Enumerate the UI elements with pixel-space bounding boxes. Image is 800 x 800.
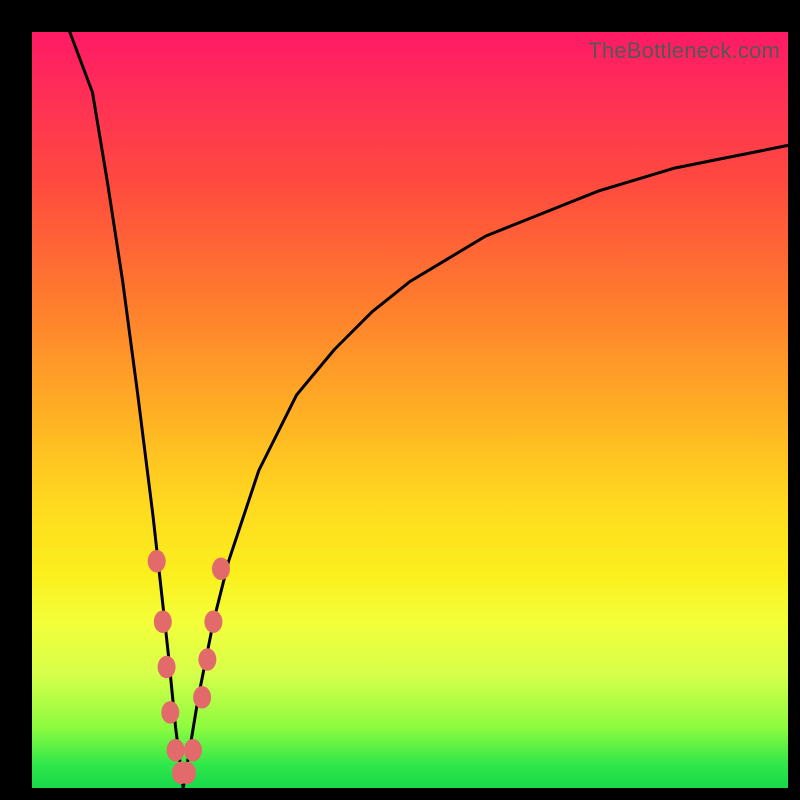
data-marker: [154, 610, 172, 633]
bottleneck-curve: [70, 32, 788, 788]
data-marker: [167, 739, 185, 762]
data-marker: [161, 701, 179, 724]
data-marker: [212, 558, 230, 581]
data-marker: [193, 686, 211, 709]
data-marker: [148, 550, 166, 573]
curve-layer: [32, 32, 788, 788]
data-marker: [178, 762, 196, 785]
chart-frame: TheBottleneck.com: [0, 0, 800, 800]
data-marker: [184, 739, 202, 762]
plot-area: TheBottleneck.com: [32, 32, 788, 788]
data-marker: [198, 648, 216, 671]
data-marker: [204, 610, 222, 633]
data-marker: [158, 656, 176, 679]
